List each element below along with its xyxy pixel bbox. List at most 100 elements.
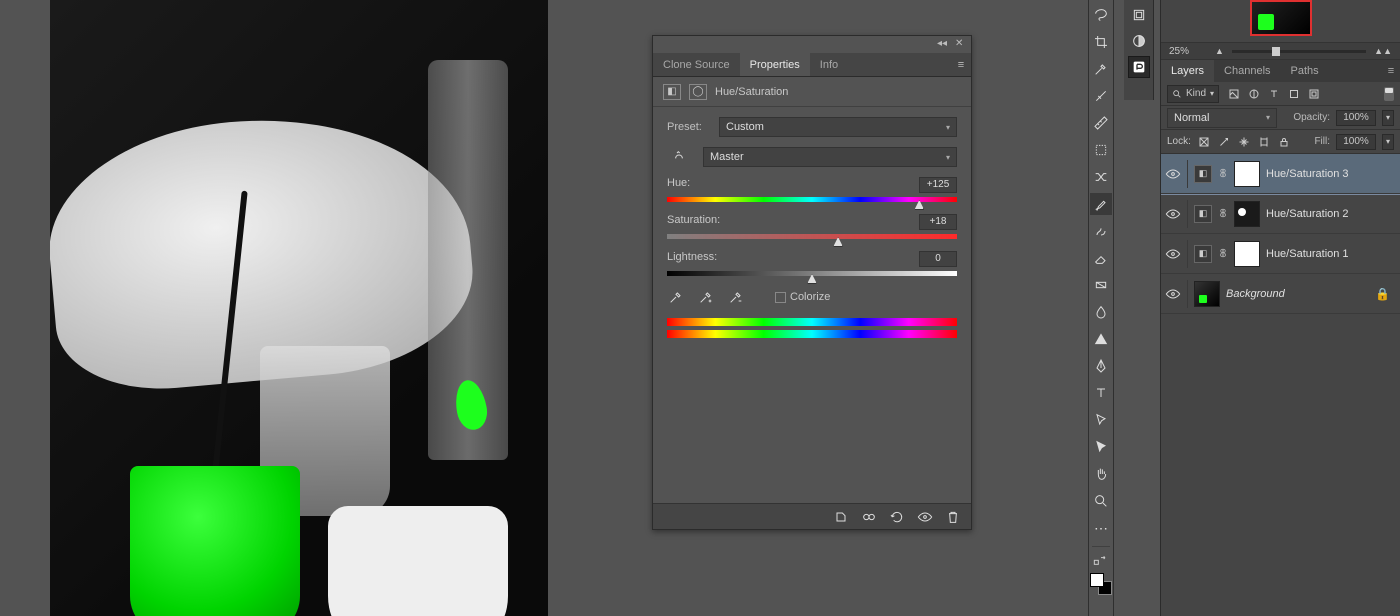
lock-transparent-icon[interactable] <box>1197 135 1211 149</box>
switch-colors-icon[interactable] <box>1090 554 1112 568</box>
visibility-icon[interactable] <box>1165 246 1181 262</box>
color-range-bar[interactable] <box>667 318 957 338</box>
art-history-tool-icon[interactable] <box>1090 220 1112 242</box>
layer-name[interactable]: Hue/Saturation 1 <box>1266 248 1349 260</box>
adjustment-type-icon[interactable]: ◧ <box>663 84 681 100</box>
history-dock-icon[interactable] <box>1128 4 1150 26</box>
visibility-icon[interactable] <box>1165 206 1181 222</box>
shuffle-tool-icon[interactable] <box>1090 166 1112 188</box>
eyedropper-tool-icon[interactable] <box>1090 58 1112 80</box>
lightness-thumb[interactable] <box>807 274 817 284</box>
preset-dropdown[interactable]: Custom ▾ <box>719 117 957 137</box>
tab-properties[interactable]: Properties <box>740 53 810 76</box>
opacity-stepper[interactable]: ▾ <box>1382 110 1394 126</box>
zoom-in-icon[interactable]: ▲▲ <box>1374 46 1392 56</box>
path-select-tool-icon[interactable] <box>1090 409 1112 431</box>
zoom-tool-icon[interactable] <box>1090 490 1112 512</box>
triangle-tool-icon[interactable] <box>1090 328 1112 350</box>
saturation-slider[interactable]: Saturation: +18 <box>667 214 957 239</box>
direct-adjust-icon[interactable] <box>667 145 691 169</box>
hue-slider[interactable]: Hue: +125 <box>667 177 957 202</box>
layer-row[interactable]: Background 🔒 <box>1161 274 1400 314</box>
hue-thumb[interactable] <box>914 200 924 210</box>
link-mask-icon[interactable]: 𝟠 <box>1218 247 1228 261</box>
colorize-checkbox[interactable]: Colorize <box>775 291 830 303</box>
tab-clone-source[interactable]: Clone Source <box>653 53 740 76</box>
lock-position-icon[interactable] <box>1237 135 1251 149</box>
layer-row[interactable]: ◧ 𝟠 Hue/Saturation 3 <box>1161 154 1400 194</box>
ruler-tool-icon[interactable] <box>1090 112 1112 134</box>
visibility-icon[interactable] <box>1165 166 1181 182</box>
filter-pixel-icon[interactable] <box>1227 87 1241 101</box>
tab-layers[interactable]: Layers <box>1161 60 1214 82</box>
background-thumb[interactable] <box>1194 281 1220 307</box>
lightness-value[interactable]: 0 <box>919 251 957 267</box>
hand-tool-icon[interactable] <box>1090 463 1112 485</box>
tab-channels[interactable]: Channels <box>1214 60 1280 82</box>
tab-paths[interactable]: Paths <box>1281 60 1329 82</box>
layers-panel-menu-icon[interactable]: ≡ <box>1382 60 1400 82</box>
crop-tool-icon[interactable] <box>1090 31 1112 53</box>
clip-to-layer-icon[interactable] <box>833 509 849 525</box>
foreground-background-colors[interactable] <box>1090 573 1112 595</box>
layer-name[interactable]: Background <box>1226 288 1285 300</box>
direct-select-tool-icon[interactable] <box>1090 436 1112 458</box>
channel-dropdown[interactable]: Master ▾ <box>703 147 957 167</box>
trash-icon[interactable] <box>945 509 961 525</box>
blend-mode-dropdown[interactable]: Normal ▾ <box>1167 108 1277 128</box>
brush-tool-icon[interactable] <box>1090 193 1112 215</box>
gradient-tool-icon[interactable] <box>1090 274 1112 296</box>
mask-view-icon[interactable]: ◯ <box>689 84 707 100</box>
layer-name[interactable]: Hue/Saturation 2 <box>1266 208 1349 220</box>
fill-value[interactable]: 100% <box>1336 134 1376 150</box>
visibility-toggle-icon[interactable] <box>917 509 933 525</box>
panel-menu-icon[interactable]: ≡ <box>951 53 971 76</box>
lock-artboard-icon[interactable] <box>1257 135 1271 149</box>
zoom-slider[interactable] <box>1232 50 1366 53</box>
type-tool-icon[interactable] <box>1090 382 1112 404</box>
close-icon[interactable]: ✕ <box>955 39 967 51</box>
lightness-slider[interactable]: Lightness: 0 <box>667 251 957 276</box>
link-mask-icon[interactable]: 𝟠 <box>1218 167 1228 181</box>
opacity-value[interactable]: 100% <box>1336 110 1376 126</box>
saturation-value[interactable]: +18 <box>919 214 957 230</box>
healing-brush-tool-icon[interactable] <box>1090 85 1112 107</box>
collapse-icon[interactable]: ◂◂ <box>937 39 949 51</box>
navigator-thumbnail[interactable] <box>1161 0 1400 42</box>
tab-info[interactable]: Info <box>810 53 848 76</box>
layer-mask-thumb[interactable] <box>1234 201 1260 227</box>
layer-name[interactable]: Hue/Saturation 3 <box>1266 168 1349 180</box>
zoom-value[interactable]: 25% <box>1169 46 1207 57</box>
adjustments-dock-icon[interactable] <box>1128 30 1150 52</box>
panel-titlebar[interactable]: ◂◂ ✕ <box>653 36 971 53</box>
eyedropper-add-icon[interactable] <box>697 288 715 306</box>
link-mask-icon[interactable]: 𝟠 <box>1218 207 1228 221</box>
hue-value[interactable]: +125 <box>919 177 957 193</box>
lasso-tool-icon[interactable] <box>1090 4 1112 26</box>
layer-mask-thumb[interactable] <box>1234 161 1260 187</box>
document-canvas[interactable] <box>50 0 548 616</box>
lock-pixels-icon[interactable] <box>1217 135 1231 149</box>
smudge-tool-icon[interactable] <box>1090 301 1112 323</box>
filter-shape-icon[interactable] <box>1287 87 1301 101</box>
filter-toggle[interactable] <box>1384 87 1394 101</box>
fill-stepper[interactable]: ▾ <box>1382 134 1394 150</box>
lock-all-icon[interactable] <box>1277 135 1291 149</box>
eyedropper-icon[interactable] <box>667 288 685 306</box>
view-previous-icon[interactable] <box>861 509 877 525</box>
marquee-tool-icon[interactable] <box>1090 139 1112 161</box>
filter-type-icon[interactable] <box>1267 87 1281 101</box>
layer-filter-dropdown[interactable]: Kind ▾ <box>1167 85 1219 103</box>
saturation-thumb[interactable] <box>833 237 843 247</box>
pen-tool-icon[interactable] <box>1090 355 1112 377</box>
reset-icon[interactable] <box>889 509 905 525</box>
layer-mask-thumb[interactable] <box>1234 241 1260 267</box>
layer-row[interactable]: ◧ 𝟠 Hue/Saturation 1 <box>1161 234 1400 274</box>
visibility-icon[interactable] <box>1165 286 1181 302</box>
libraries-dock-icon[interactable] <box>1128 56 1150 78</box>
filter-smart-icon[interactable] <box>1307 87 1321 101</box>
eyedropper-subtract-icon[interactable] <box>727 288 745 306</box>
zoom-out-icon[interactable]: ▲ <box>1215 46 1224 56</box>
layer-row[interactable]: ◧ 𝟠 Hue/Saturation 2 <box>1161 194 1400 234</box>
eraser-tool-icon[interactable] <box>1090 247 1112 269</box>
